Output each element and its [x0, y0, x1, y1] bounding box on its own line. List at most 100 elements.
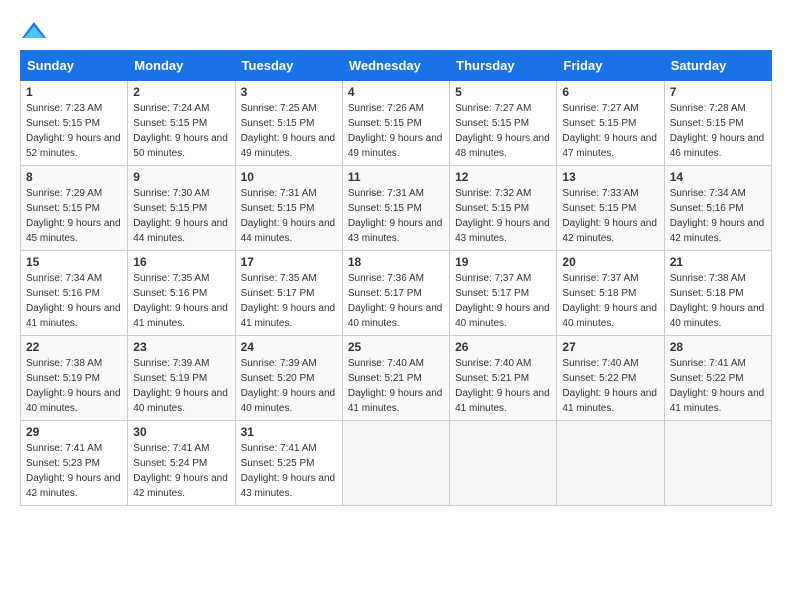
calendar-cell: 11 Sunrise: 7:31 AMSunset: 5:15 PMDaylig… — [342, 166, 449, 251]
day-number: 9 — [133, 170, 229, 184]
day-number: 28 — [670, 340, 766, 354]
calendar-cell: 4 Sunrise: 7:26 AMSunset: 5:15 PMDayligh… — [342, 81, 449, 166]
day-number: 23 — [133, 340, 229, 354]
logo — [20, 20, 52, 40]
calendar-cell: 24 Sunrise: 7:39 AMSunset: 5:20 PMDaylig… — [235, 336, 342, 421]
calendar-cell: 28 Sunrise: 7:41 AMSunset: 5:22 PMDaylig… — [664, 336, 771, 421]
calendar-cell: 22 Sunrise: 7:38 AMSunset: 5:19 PMDaylig… — [21, 336, 128, 421]
calendar-cell: 3 Sunrise: 7:25 AMSunset: 5:15 PMDayligh… — [235, 81, 342, 166]
day-info: Sunrise: 7:34 AMSunset: 5:16 PMDaylight:… — [26, 273, 121, 329]
weekday-header-thursday: Thursday — [450, 51, 557, 81]
week-row-4: 22 Sunrise: 7:38 AMSunset: 5:19 PMDaylig… — [21, 336, 772, 421]
weekday-header-row: SundayMondayTuesdayWednesdayThursdayFrid… — [21, 51, 772, 81]
calendar-cell: 21 Sunrise: 7:38 AMSunset: 5:18 PMDaylig… — [664, 251, 771, 336]
day-info: Sunrise: 7:34 AMSunset: 5:16 PMDaylight:… — [670, 188, 765, 244]
calendar-cell: 6 Sunrise: 7:27 AMSunset: 5:15 PMDayligh… — [557, 81, 664, 166]
day-number: 5 — [455, 85, 551, 99]
day-info: Sunrise: 7:26 AMSunset: 5:15 PMDaylight:… — [348, 103, 443, 159]
day-number: 22 — [26, 340, 122, 354]
page-header — [20, 20, 772, 40]
calendar-cell: 27 Sunrise: 7:40 AMSunset: 5:22 PMDaylig… — [557, 336, 664, 421]
day-info: Sunrise: 7:31 AMSunset: 5:15 PMDaylight:… — [348, 188, 443, 244]
day-number: 27 — [562, 340, 658, 354]
calendar-cell — [664, 421, 771, 506]
day-number: 12 — [455, 170, 551, 184]
calendar-cell: 13 Sunrise: 7:33 AMSunset: 5:15 PMDaylig… — [557, 166, 664, 251]
day-info: Sunrise: 7:40 AMSunset: 5:21 PMDaylight:… — [455, 358, 550, 414]
day-info: Sunrise: 7:41 AMSunset: 5:22 PMDaylight:… — [670, 358, 765, 414]
weekday-header-saturday: Saturday — [664, 51, 771, 81]
day-info: Sunrise: 7:41 AMSunset: 5:25 PMDaylight:… — [241, 443, 336, 499]
day-info: Sunrise: 7:38 AMSunset: 5:18 PMDaylight:… — [670, 273, 765, 329]
day-info: Sunrise: 7:28 AMSunset: 5:15 PMDaylight:… — [670, 103, 765, 159]
calendar-cell: 30 Sunrise: 7:41 AMSunset: 5:24 PMDaylig… — [128, 421, 235, 506]
day-info: Sunrise: 7:37 AMSunset: 5:18 PMDaylight:… — [562, 273, 657, 329]
calendar: SundayMondayTuesdayWednesdayThursdayFrid… — [20, 50, 772, 506]
day-number: 17 — [241, 255, 337, 269]
calendar-cell: 19 Sunrise: 7:37 AMSunset: 5:17 PMDaylig… — [450, 251, 557, 336]
day-number: 3 — [241, 85, 337, 99]
calendar-cell: 10 Sunrise: 7:31 AMSunset: 5:15 PMDaylig… — [235, 166, 342, 251]
calendar-cell: 14 Sunrise: 7:34 AMSunset: 5:16 PMDaylig… — [664, 166, 771, 251]
week-row-1: 1 Sunrise: 7:23 AMSunset: 5:15 PMDayligh… — [21, 81, 772, 166]
day-info: Sunrise: 7:36 AMSunset: 5:17 PMDaylight:… — [348, 273, 443, 329]
day-number: 31 — [241, 425, 337, 439]
calendar-cell: 5 Sunrise: 7:27 AMSunset: 5:15 PMDayligh… — [450, 81, 557, 166]
week-row-2: 8 Sunrise: 7:29 AMSunset: 5:15 PMDayligh… — [21, 166, 772, 251]
week-row-5: 29 Sunrise: 7:41 AMSunset: 5:23 PMDaylig… — [21, 421, 772, 506]
calendar-cell: 2 Sunrise: 7:24 AMSunset: 5:15 PMDayligh… — [128, 81, 235, 166]
day-number: 21 — [670, 255, 766, 269]
day-info: Sunrise: 7:39 AMSunset: 5:20 PMDaylight:… — [241, 358, 336, 414]
calendar-cell: 29 Sunrise: 7:41 AMSunset: 5:23 PMDaylig… — [21, 421, 128, 506]
day-number: 10 — [241, 170, 337, 184]
day-info: Sunrise: 7:33 AMSunset: 5:15 PMDaylight:… — [562, 188, 657, 244]
weekday-header-wednesday: Wednesday — [342, 51, 449, 81]
day-info: Sunrise: 7:35 AMSunset: 5:16 PMDaylight:… — [133, 273, 228, 329]
day-number: 1 — [26, 85, 122, 99]
logo-icon — [20, 20, 48, 40]
calendar-cell: 1 Sunrise: 7:23 AMSunset: 5:15 PMDayligh… — [21, 81, 128, 166]
calendar-cell: 12 Sunrise: 7:32 AMSunset: 5:15 PMDaylig… — [450, 166, 557, 251]
day-number: 20 — [562, 255, 658, 269]
weekday-header-tuesday: Tuesday — [235, 51, 342, 81]
day-number: 4 — [348, 85, 444, 99]
day-number: 18 — [348, 255, 444, 269]
day-number: 15 — [26, 255, 122, 269]
day-info: Sunrise: 7:40 AMSunset: 5:21 PMDaylight:… — [348, 358, 443, 414]
calendar-cell: 23 Sunrise: 7:39 AMSunset: 5:19 PMDaylig… — [128, 336, 235, 421]
day-info: Sunrise: 7:32 AMSunset: 5:15 PMDaylight:… — [455, 188, 550, 244]
day-number: 25 — [348, 340, 444, 354]
day-number: 19 — [455, 255, 551, 269]
weekday-header-friday: Friday — [557, 51, 664, 81]
calendar-cell — [450, 421, 557, 506]
day-info: Sunrise: 7:38 AMSunset: 5:19 PMDaylight:… — [26, 358, 121, 414]
day-info: Sunrise: 7:29 AMSunset: 5:15 PMDaylight:… — [26, 188, 121, 244]
day-info: Sunrise: 7:40 AMSunset: 5:22 PMDaylight:… — [562, 358, 657, 414]
calendar-cell: 9 Sunrise: 7:30 AMSunset: 5:15 PMDayligh… — [128, 166, 235, 251]
day-info: Sunrise: 7:31 AMSunset: 5:15 PMDaylight:… — [241, 188, 336, 244]
day-info: Sunrise: 7:39 AMSunset: 5:19 PMDaylight:… — [133, 358, 228, 414]
day-info: Sunrise: 7:37 AMSunset: 5:17 PMDaylight:… — [455, 273, 550, 329]
day-number: 8 — [26, 170, 122, 184]
day-info: Sunrise: 7:41 AMSunset: 5:23 PMDaylight:… — [26, 443, 121, 499]
calendar-cell: 15 Sunrise: 7:34 AMSunset: 5:16 PMDaylig… — [21, 251, 128, 336]
day-info: Sunrise: 7:27 AMSunset: 5:15 PMDaylight:… — [562, 103, 657, 159]
day-info: Sunrise: 7:23 AMSunset: 5:15 PMDaylight:… — [26, 103, 121, 159]
day-number: 11 — [348, 170, 444, 184]
day-info: Sunrise: 7:30 AMSunset: 5:15 PMDaylight:… — [133, 188, 228, 244]
calendar-cell — [557, 421, 664, 506]
day-number: 14 — [670, 170, 766, 184]
day-number: 7 — [670, 85, 766, 99]
day-number: 30 — [133, 425, 229, 439]
day-info: Sunrise: 7:35 AMSunset: 5:17 PMDaylight:… — [241, 273, 336, 329]
weekday-header-sunday: Sunday — [21, 51, 128, 81]
calendar-cell: 7 Sunrise: 7:28 AMSunset: 5:15 PMDayligh… — [664, 81, 771, 166]
week-row-3: 15 Sunrise: 7:34 AMSunset: 5:16 PMDaylig… — [21, 251, 772, 336]
day-number: 13 — [562, 170, 658, 184]
calendar-cell: 26 Sunrise: 7:40 AMSunset: 5:21 PMDaylig… — [450, 336, 557, 421]
day-number: 16 — [133, 255, 229, 269]
day-number: 24 — [241, 340, 337, 354]
day-number: 6 — [562, 85, 658, 99]
calendar-cell: 18 Sunrise: 7:36 AMSunset: 5:17 PMDaylig… — [342, 251, 449, 336]
calendar-cell: 25 Sunrise: 7:40 AMSunset: 5:21 PMDaylig… — [342, 336, 449, 421]
